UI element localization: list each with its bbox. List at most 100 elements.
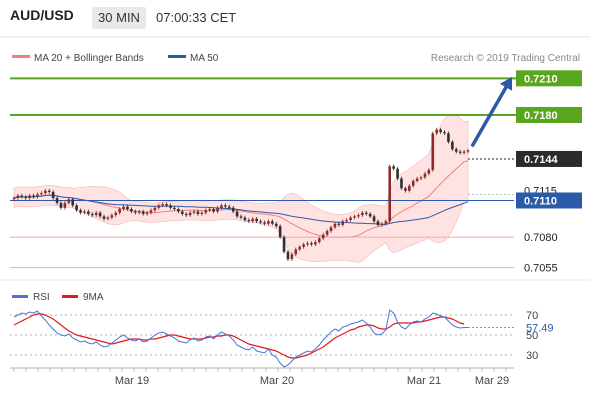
candle-body: [184, 213, 188, 216]
candle-body: [243, 217, 247, 221]
candle-body: [67, 199, 71, 203]
candle-body: [224, 205, 227, 207]
candle-body: [235, 211, 239, 217]
candle-body: [353, 216, 356, 218]
candle-body: [278, 226, 282, 238]
candle-body: [372, 216, 376, 222]
candle-body: [404, 188, 407, 191]
price-levels: 0.72100.71800.71440.71150.71100.70800.70…: [516, 70, 582, 275]
x-tick-label-0: Mar 19: [115, 375, 149, 387]
candle-body: [415, 178, 419, 181]
candle-body: [141, 211, 145, 214]
candle-body: [44, 190, 47, 194]
candle-body: [200, 212, 204, 214]
candle-body: [126, 206, 129, 210]
level-label-6: 0.7055: [524, 263, 558, 275]
candle-body: [435, 129, 438, 134]
candle-body: [439, 129, 442, 133]
candle-body: [255, 218, 258, 222]
candle-body: [392, 166, 395, 169]
candle-body: [310, 243, 313, 245]
candle-body: [447, 133, 450, 142]
candle-body: [165, 204, 168, 206]
candle-body: [282, 237, 286, 252]
candle-body: [161, 204, 165, 206]
candle-body: [302, 244, 305, 247]
candle-body: [110, 215, 114, 218]
candle-body: [314, 242, 317, 245]
ma20-legend-swatch: [12, 55, 30, 58]
candle-body: [251, 218, 255, 222]
candle-body: [87, 211, 90, 214]
candle-body: [102, 216, 106, 219]
chart-widget: AUD/USD 30 MIN 07:00:33 CET MA 20 + Boll…: [0, 0, 590, 400]
ma50-legend-swatch: [168, 55, 186, 58]
candle-body: [98, 212, 102, 217]
price-chart: MA 20 + Bollinger Bands MA 50 Research ©…: [0, 36, 590, 387]
candle-body: [462, 151, 466, 153]
rsi-tick-label-2: 30: [526, 350, 538, 362]
candle-body: [12, 198, 16, 200]
candle-body: [274, 223, 278, 227]
candle-body: [247, 220, 251, 222]
candle-body: [51, 191, 55, 199]
candle-body: [466, 150, 470, 152]
candle-body: [364, 212, 368, 214]
level-label-5: 0.7080: [524, 232, 558, 244]
rsi-current-value: 57.49: [526, 323, 554, 335]
candle-body: [188, 212, 192, 216]
candle-body: [298, 246, 302, 250]
candle-body: [376, 221, 380, 225]
level-label-1: 0.7180: [524, 110, 558, 122]
candle-body: [32, 195, 35, 197]
candle-body: [157, 205, 161, 208]
ma9-legend-label: 9MA: [83, 292, 104, 303]
level-label-2: 0.7144: [524, 154, 559, 166]
candle-body: [231, 207, 235, 212]
candle-body: [90, 213, 94, 216]
candle-body: [388, 166, 392, 222]
candle-body: [208, 209, 211, 211]
candle-body: [75, 205, 78, 211]
bollinger-band: [13, 114, 469, 263]
candle-body: [227, 206, 231, 208]
candle-body: [180, 211, 184, 214]
ma20-legend-label: MA 20 + Bollinger Bands: [34, 53, 144, 64]
candle-body: [220, 205, 223, 208]
copyright-text: Research © 2019 Trading Central: [431, 53, 580, 64]
candle-body: [454, 149, 458, 152]
candle-body: [28, 195, 31, 199]
candle-body: [114, 212, 118, 216]
candle-body: [333, 223, 337, 228]
candle-body: [341, 221, 345, 225]
candle-body: [216, 207, 219, 212]
x-tick-label-3: Mar 29: [475, 375, 509, 387]
candle-body: [321, 234, 325, 239]
candle-body: [286, 251, 290, 260]
x-axis: Mar 19 Mar 20 Mar 21 Mar 29: [10, 367, 514, 387]
x-tick-label-2: Mar 21: [407, 375, 441, 387]
projection-arrow-shaft: [470, 79, 512, 148]
candle-body: [196, 211, 200, 214]
candle-body: [47, 190, 51, 192]
candle-body: [407, 185, 411, 191]
candle-body: [431, 133, 435, 170]
candle-body: [118, 209, 121, 213]
candle-body: [380, 223, 384, 225]
candle-body: [153, 207, 157, 211]
candle-body: [458, 151, 462, 153]
candle-body: [423, 173, 427, 178]
projection-arrow: [470, 76, 513, 148]
candle-body: [212, 209, 215, 212]
candle-body: [451, 141, 454, 150]
candle-body: [149, 210, 153, 213]
rsi-line: [13, 309, 468, 368]
candle-body: [173, 207, 176, 210]
candle-body: [325, 231, 329, 235]
candle-body: [36, 194, 39, 197]
candle-body: [259, 221, 262, 223]
candle-body: [419, 177, 423, 179]
candle-body: [204, 210, 208, 213]
candle-body: [63, 202, 67, 208]
candle-body: [306, 243, 309, 245]
